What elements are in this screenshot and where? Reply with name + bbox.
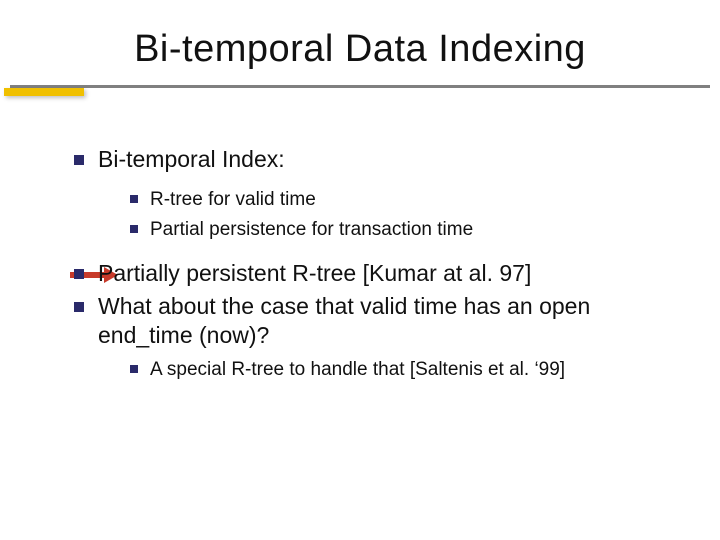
slide-body: Bi-temporal Index: R-tree for valid time… bbox=[0, 89, 720, 381]
slide-title: Bi-temporal Data Indexing bbox=[0, 28, 720, 71]
sub-bullet: Partial persistence for transaction time bbox=[150, 218, 680, 242]
bullet-heading: Bi-temporal Index: bbox=[98, 145, 680, 174]
title-divider bbox=[10, 85, 710, 89]
divider-line bbox=[10, 85, 710, 88]
bullet-point: What about the case that valid time has … bbox=[98, 292, 680, 350]
sub-bullet-text: R-tree for valid time bbox=[150, 189, 316, 210]
bullet-text: Partially persistent R-tree [Kumar at al… bbox=[98, 260, 531, 286]
divider-accent bbox=[4, 88, 84, 96]
sub-bullet-text: Partial persistence for transaction time bbox=[150, 219, 473, 240]
sub-bullet: A special R-tree to handle that [Salteni… bbox=[150, 358, 680, 382]
sub-bullets-2: A special R-tree to handle that [Salteni… bbox=[150, 358, 680, 382]
bullet-text: What about the case that valid time has … bbox=[98, 293, 590, 348]
bullet-point: Partially persistent R-tree [Kumar at al… bbox=[98, 259, 680, 288]
bullet-group-2: Partially persistent R-tree [Kumar at al… bbox=[40, 259, 680, 381]
sub-bullet: R-tree for valid time bbox=[150, 188, 680, 212]
sub-bullet-text: A special R-tree to handle that [Salteni… bbox=[150, 359, 565, 380]
slide: Bi-temporal Data Indexing Bi-temporal In… bbox=[0, 0, 720, 540]
bullet-heading-text: Bi-temporal Index: bbox=[98, 146, 285, 172]
sub-bullets-1: R-tree for valid time Partial persistenc… bbox=[150, 188, 680, 242]
